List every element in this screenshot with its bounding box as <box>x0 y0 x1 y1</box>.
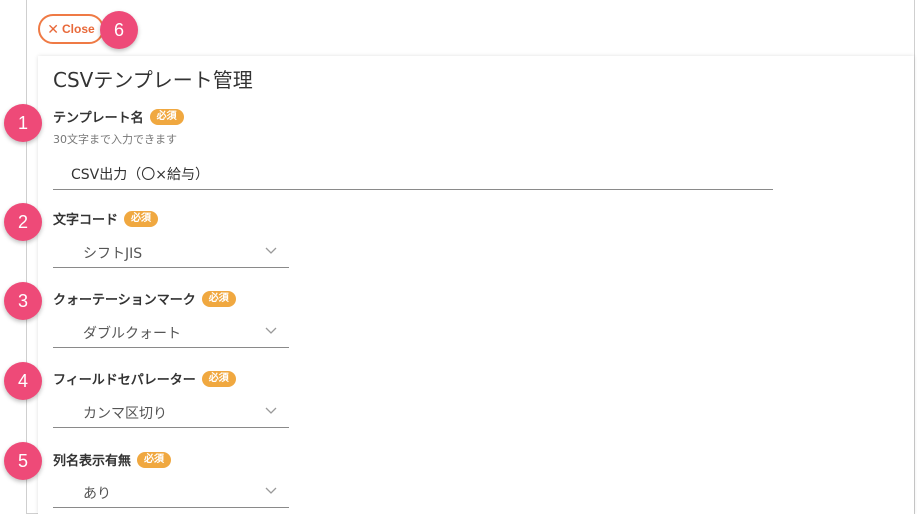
step-badge-3: 3 <box>4 282 42 320</box>
page-title: CSVテンプレート管理 <box>53 68 253 92</box>
chevron-down-icon <box>265 487 277 494</box>
encoding-value: シフトJIS <box>83 246 143 262</box>
required-badge: 必須 <box>201 370 236 387</box>
template-name-label: テンプレート名 必須 <box>53 107 184 126</box>
quote-mark-label-text: クォーテーションマーク <box>53 293 196 308</box>
required-badge: 必須 <box>149 108 184 125</box>
column-names-label: 列名表示有無 必須 <box>53 450 172 469</box>
required-badge: 必須 <box>137 451 172 468</box>
chevron-down-icon <box>265 327 277 334</box>
template-name-input[interactable] <box>53 158 773 190</box>
chevron-down-icon <box>265 407 277 414</box>
step-badge-1: 1 <box>4 104 42 142</box>
step-badge-2: 2 <box>4 203 42 241</box>
quote-mark-label: クォーテーションマーク 必須 <box>53 289 236 308</box>
close-icon: ✕ <box>47 21 60 37</box>
encoding-select[interactable]: シフトJIS <box>53 236 289 268</box>
quote-mark-value: ダブルクォート <box>83 326 181 342</box>
column-names-select[interactable]: あり <box>53 476 289 508</box>
field-separator-value: カンマ区切り <box>83 406 167 422</box>
encoding-label: 文字コード 必須 <box>53 209 159 228</box>
required-badge: 必須 <box>124 210 159 227</box>
chevron-down-icon <box>265 247 277 254</box>
column-names-value: あり <box>83 486 111 502</box>
field-separator-select[interactable]: カンマ区切り <box>53 396 289 428</box>
step-badge-6: 6 <box>100 11 138 49</box>
step-badge-5: 5 <box>4 442 42 480</box>
required-badge: 必須 <box>201 290 236 307</box>
encoding-label-text: 文字コード <box>53 213 119 228</box>
field-separator-label: フィールドセパレーター 必須 <box>53 369 236 388</box>
close-button[interactable]: ✕ Close <box>38 14 104 44</box>
close-label: Close <box>62 22 95 36</box>
field-separator-label-text: フィールドセパレーター <box>53 373 196 388</box>
step-badge-4: 4 <box>4 362 42 400</box>
quote-mark-select[interactable]: ダブルクォート <box>53 316 289 348</box>
column-names-label-text: 列名表示有無 <box>53 454 132 469</box>
template-name-label-text: テンプレート名 <box>53 111 144 126</box>
template-name-hint: 30文字まで入力できます <box>53 133 177 146</box>
